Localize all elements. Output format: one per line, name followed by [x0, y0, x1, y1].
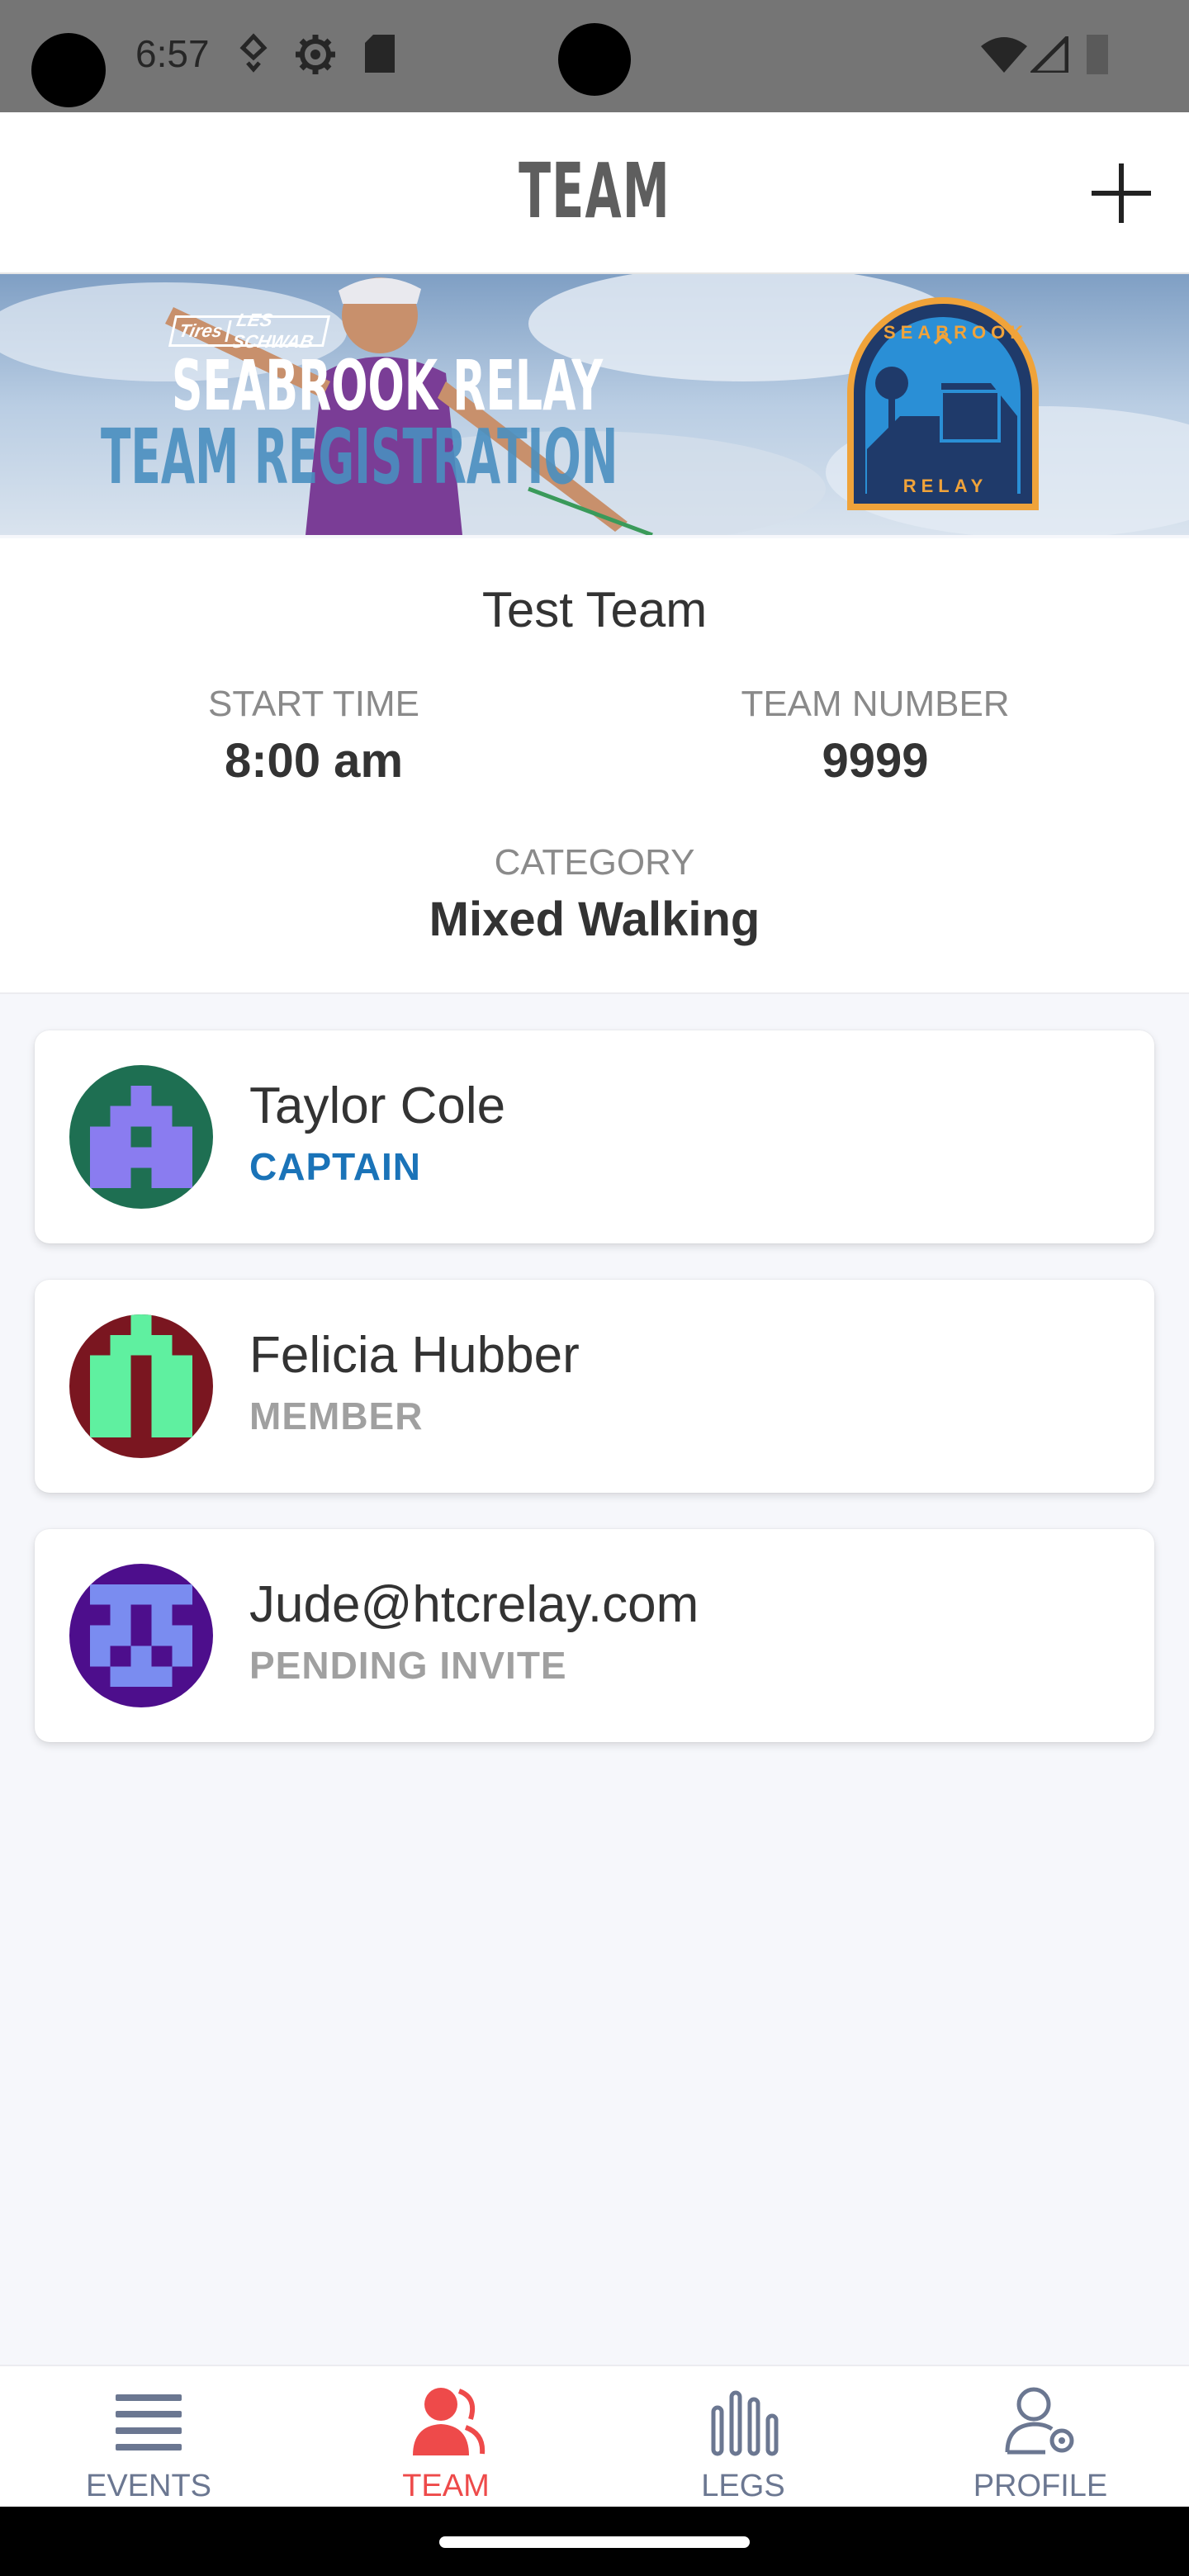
- team-name: Test Team: [481, 582, 708, 637]
- team-number-block: TEAM NUMBER 9999: [710, 684, 1040, 788]
- nav-team-label: TEAM: [402, 2469, 490, 2503]
- status-time: 6:57: [135, 32, 210, 75]
- team-info-section: Test Team START TIME 8:00 am TEAM NUMBER…: [0, 538, 1189, 994]
- member-role: PENDING INVITE: [249, 1644, 567, 1687]
- avatar: [69, 1564, 213, 1707]
- member-card-felicia-hubber[interactable]: Felicia Hubber MEMBER: [35, 1280, 1154, 1493]
- bar-chart-icon: [711, 2390, 779, 2456]
- nav-profile-label: PROFILE: [973, 2469, 1108, 2503]
- start-time-label: START TIME: [208, 684, 419, 724]
- location-icon: [239, 33, 268, 73]
- nav-events-label: EVENTS: [85, 2469, 212, 2503]
- nav-team[interactable]: TEAM: [297, 2366, 594, 2508]
- settings-icon: [296, 35, 335, 74]
- home-indicator[interactable]: [439, 2536, 750, 2548]
- member-role: CAPTAIN: [249, 1145, 422, 1188]
- category-label: CATEGORY: [494, 842, 695, 883]
- camera-cutout: [31, 33, 106, 107]
- team-number-value: 9999: [822, 734, 929, 788]
- member-role: MEMBER: [249, 1395, 424, 1437]
- category-value: Mixed Walking: [429, 893, 760, 946]
- plus-icon[interactable]: [1088, 160, 1154, 226]
- status-bar: 6:57: [0, 0, 1189, 112]
- nav-events[interactable]: EVENTS: [0, 2366, 297, 2508]
- banner-subtitle: TEAM REGISTRATION: [101, 413, 618, 501]
- sd-card-icon: [365, 35, 395, 73]
- profile-settings-icon: [1005, 2387, 1074, 2455]
- nav-legs-label: LEGS: [701, 2469, 785, 2503]
- app-bar: TEAM: [0, 112, 1189, 274]
- member-card-pending-invite[interactable]: Jude@htcrelay.com PENDING INVITE: [35, 1529, 1154, 1742]
- list-icon: [116, 2394, 182, 2451]
- nav-legs[interactable]: LEGS: [594, 2366, 892, 2508]
- badge-top-text: SEABROOK: [883, 322, 1029, 343]
- member-name: Felicia Hubber: [249, 1327, 580, 1384]
- start-time-block: START TIME 8:00 am: [149, 684, 479, 788]
- badge-bottom-text: RELAY: [902, 476, 988, 496]
- page-title: TEAM: [519, 147, 670, 235]
- signal-icon: [1030, 36, 1068, 73]
- member-card-taylor-cole[interactable]: Taylor Cole CAPTAIN: [35, 1030, 1154, 1243]
- avatar: [69, 1065, 213, 1209]
- camera-cutout-center: [558, 23, 631, 96]
- member-name: Taylor Cole: [249, 1077, 506, 1134]
- team-icon: [413, 2388, 486, 2455]
- system-navigation-bar: [0, 2507, 1189, 2576]
- event-banner: Tires LES SCHWAB SEABROOK RELAY TEAM REG…: [0, 274, 1189, 535]
- nav-profile[interactable]: PROFILE: [892, 2366, 1189, 2508]
- team-number-label: TEAM NUMBER: [741, 684, 1010, 724]
- member-name: Jude@htcrelay.com: [249, 1576, 699, 1633]
- sponsor-prefix: Tires: [172, 320, 232, 342]
- wifi-icon: [981, 37, 1027, 73]
- avatar: [69, 1314, 213, 1458]
- category-block: CATEGORY Mixed Walking: [347, 842, 842, 947]
- battery-icon: [1087, 35, 1108, 74]
- start-time-value: 8:00 am: [224, 734, 404, 788]
- sponsor-logo: Tires LES SCHWAB: [168, 310, 331, 352]
- bottom-navigation: EVENTS TEAM LEGS PROFILE: [0, 2365, 1189, 2507]
